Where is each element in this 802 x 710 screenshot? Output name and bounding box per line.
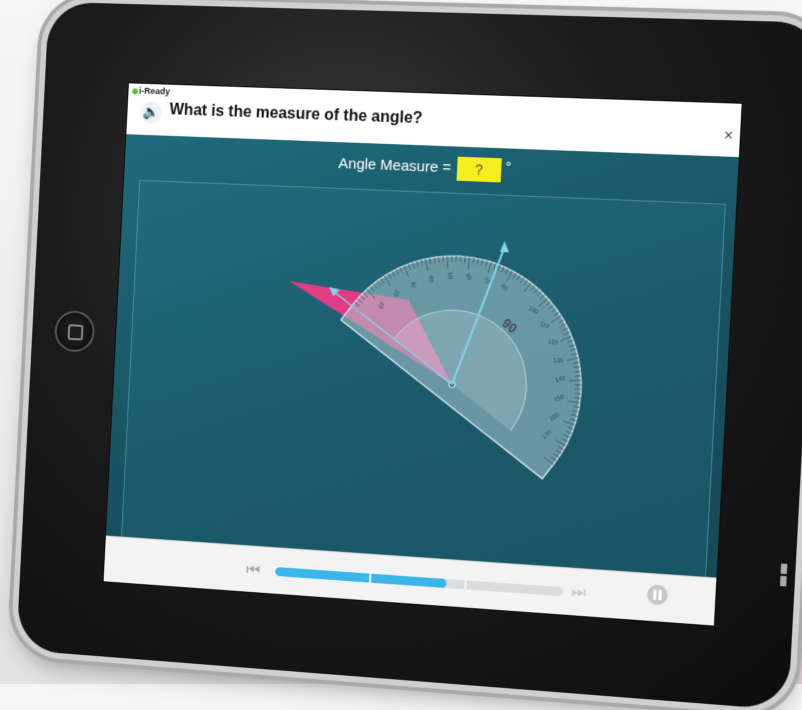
skip-back-icon[interactable]: ⏮: [246, 559, 261, 580]
angle-answer-input[interactable]: ?: [456, 156, 502, 183]
close-icon[interactable]: ×: [723, 128, 734, 143]
app-screen: i-Ready 🔈 What is the measure of the ang…: [102, 82, 743, 627]
lesson-content: Angle Measure =? ° 10 20 30 40 50 60 70 80 100 110…: [105, 134, 739, 580]
brand-text: i-Ready: [138, 85, 171, 97]
ray-right-arrow-icon: [499, 240, 510, 253]
brand-logo: i-Ready: [132, 85, 171, 97]
degree-symbol: °: [504, 158, 512, 176]
angle-measure-label: Angle Measure =: [338, 155, 452, 177]
protractor-tick-label: 40: [427, 275, 433, 283]
progress-separator: [464, 580, 467, 590]
protractor-tick-label: 130: [553, 358, 564, 365]
protractor-diagram: 10203040 50 60 7080100110120130140150160170…: [284, 181, 725, 579]
speaker-icon[interactable]: 🔈: [140, 101, 163, 124]
question-text: What is the measure of the angle?: [169, 101, 423, 128]
side-status-icons: [778, 561, 790, 587]
protractor-workspace: 10 20 30 40 50 60 70 80 100 110 120 130 140 150 160 170…: [120, 179, 726, 580]
protractor[interactable]: 10203040 50 60 7080100110120130140150160170: [341, 204, 634, 478]
progress-fill: [275, 566, 447, 589]
ipad-device: i-Ready 🔈 What is the measure of the ang…: [16, 1, 802, 710]
progress-track: [275, 566, 564, 597]
pause-icon[interactable]: [646, 584, 669, 606]
skip-forward-icon[interactable]: ⏭: [571, 582, 587, 603]
